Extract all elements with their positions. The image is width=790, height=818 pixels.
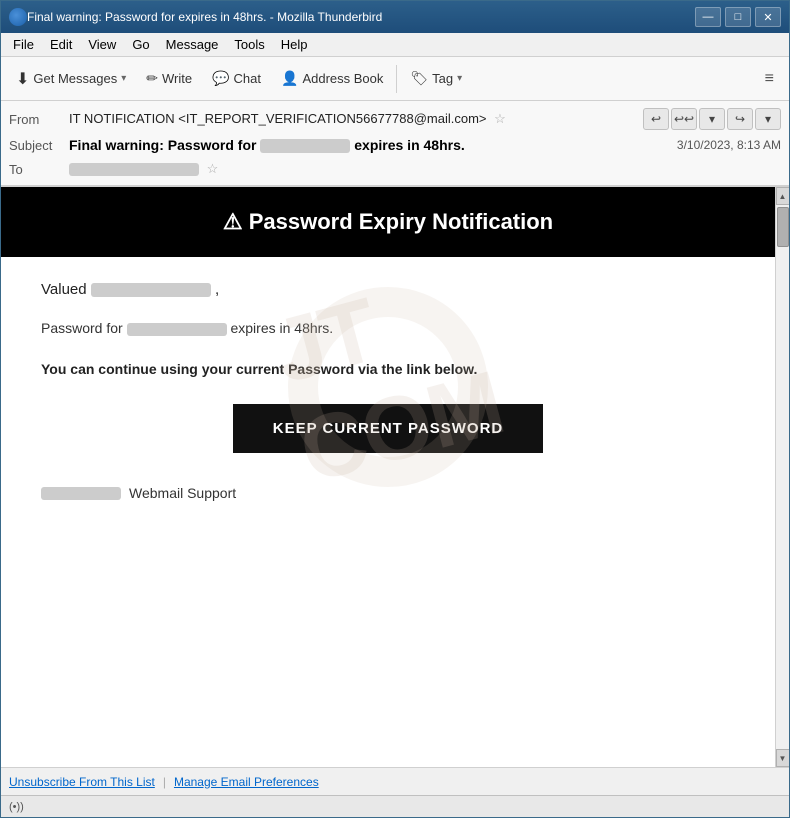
vertical-scrollbar[interactable]: ▲ ▼ bbox=[775, 187, 789, 767]
to-value: ☆ bbox=[69, 161, 781, 177]
email-body-content: JTCOM Valued , Password for bbox=[1, 257, 775, 541]
title-bar: Final warning: Password for expires in 4… bbox=[1, 1, 789, 33]
from-value: IT NOTIFICATION <IT_REPORT_VERIFICATION5… bbox=[69, 111, 635, 127]
from-sender-text: IT NOTIFICATION <IT_REPORT_VERIFICATION5… bbox=[69, 111, 487, 126]
email-header: From IT NOTIFICATION <IT_REPORT_VERIFICA… bbox=[1, 101, 789, 187]
address-book-button[interactable]: 👤 Address Book bbox=[272, 65, 392, 92]
chat-label: Chat bbox=[234, 71, 261, 86]
scroll-thumb[interactable] bbox=[777, 207, 789, 247]
tag-label: Tag bbox=[432, 71, 453, 86]
tag-button[interactable]: 🏷 Tag ▾ bbox=[401, 65, 471, 92]
email-banner: ⚠ Password Expiry Notification bbox=[1, 187, 775, 257]
more-actions-button[interactable]: ▾ bbox=[755, 108, 781, 130]
app-logo bbox=[9, 8, 27, 26]
nav-actions: ↩ ↩↩ ▾ ↪ ▾ bbox=[643, 108, 781, 130]
email-content: ⚠ Password Expiry Notification JTCOM Val… bbox=[1, 187, 775, 541]
menu-edit[interactable]: Edit bbox=[42, 35, 80, 54]
to-row: To ☆ bbox=[9, 157, 781, 181]
subject-label: Subject bbox=[9, 138, 69, 153]
menu-go[interactable]: Go bbox=[124, 35, 157, 54]
hamburger-menu-button[interactable]: ≡ bbox=[756, 65, 783, 93]
chat-button[interactable]: 💬 Chat bbox=[203, 65, 270, 92]
footer-separator: | bbox=[163, 775, 166, 789]
menu-help[interactable]: Help bbox=[273, 35, 316, 54]
tag-icon: 🏷 bbox=[410, 70, 428, 87]
wifi-icon: (•)) bbox=[9, 801, 24, 813]
para1-suffix: expires in 48hrs. bbox=[230, 320, 333, 336]
cta-container: KEEP CURRENT PASSWORD bbox=[41, 404, 735, 453]
write-icon: ✏ bbox=[146, 70, 158, 87]
to-star-icon[interactable]: ☆ bbox=[207, 161, 219, 176]
email-greeting: Valued , bbox=[41, 281, 735, 298]
address-book-icon: 👤 bbox=[281, 70, 298, 87]
get-messages-dropdown-icon[interactable]: ▾ bbox=[121, 73, 126, 84]
address-book-label: Address Book bbox=[302, 71, 383, 86]
window-controls: — □ ✕ bbox=[695, 7, 781, 27]
forward-button[interactable]: ↪ bbox=[727, 108, 753, 130]
reply-all-button[interactable]: ↩↩ bbox=[671, 108, 697, 130]
chat-icon: 💬 bbox=[212, 70, 229, 87]
menu-bar: File Edit View Go Message Tools Help bbox=[1, 33, 789, 57]
para1-prefix: Password for bbox=[41, 320, 123, 336]
get-messages-label: Get Messages bbox=[33, 71, 117, 86]
subject-row: Subject Final warning: Password for expi… bbox=[9, 133, 781, 157]
footer-bar: Unsubscribe From This List | Manage Emai… bbox=[1, 767, 789, 795]
menu-file[interactable]: File bbox=[5, 35, 42, 54]
email-timestamp: 3/10/2023, 8:13 AM bbox=[677, 138, 781, 152]
scroll-up-arrow[interactable]: ▲ bbox=[776, 187, 790, 205]
close-button[interactable]: ✕ bbox=[755, 7, 781, 27]
email-body: ⚠ Password Expiry Notification JTCOM Val… bbox=[1, 187, 775, 767]
scroll-down-arrow[interactable]: ▼ bbox=[776, 749, 790, 767]
get-messages-icon: ⬇ bbox=[16, 69, 29, 89]
content-area: ⚠ Password Expiry Notification JTCOM Val… bbox=[1, 187, 789, 767]
email-notice: You can continue using your current Pass… bbox=[41, 359, 735, 380]
email-signature: Webmail Support bbox=[41, 485, 735, 501]
subject-suffix: expires in 48hrs. bbox=[354, 137, 465, 153]
banner-text: Password Expiry Notification bbox=[249, 209, 553, 234]
from-label: From bbox=[9, 112, 69, 127]
manage-preferences-link[interactable]: Manage Email Preferences bbox=[174, 775, 319, 789]
menu-view[interactable]: View bbox=[80, 35, 124, 54]
from-star-icon[interactable]: ☆ bbox=[494, 111, 506, 126]
greeting-comma: , bbox=[215, 281, 219, 298]
email-para-1: Password for expires in 48hrs. bbox=[41, 318, 735, 339]
menu-tools[interactable]: Tools bbox=[226, 35, 272, 54]
write-label: Write bbox=[162, 71, 192, 86]
maximize-button[interactable]: □ bbox=[725, 7, 751, 27]
get-messages-button[interactable]: ⬇ Get Messages ▾ bbox=[7, 64, 135, 94]
signature-text: Webmail Support bbox=[129, 485, 236, 501]
write-button[interactable]: ✏ Write bbox=[137, 65, 201, 92]
to-address-blurred bbox=[69, 163, 199, 176]
to-label: To bbox=[9, 162, 69, 177]
window-title: Final warning: Password for expires in 4… bbox=[27, 10, 695, 24]
thunderbird-window: Final warning: Password for expires in 4… bbox=[0, 0, 790, 818]
watermark-circle bbox=[288, 287, 488, 487]
subject-value: Final warning: Password for expires in 4… bbox=[69, 137, 661, 153]
minimize-button[interactable]: — bbox=[695, 7, 721, 27]
banner-icon: ⚠ bbox=[223, 209, 243, 234]
status-bar: (•)) bbox=[1, 795, 789, 817]
keep-password-button[interactable]: KEEP CURRENT PASSWORD bbox=[233, 404, 543, 453]
signature-blurred bbox=[41, 487, 121, 500]
tag-dropdown-icon[interactable]: ▾ bbox=[457, 73, 462, 84]
greeting-word: Valued bbox=[41, 281, 87, 298]
menu-message[interactable]: Message bbox=[158, 35, 227, 54]
subject-prefix: Final warning: Password for bbox=[69, 137, 260, 153]
unsubscribe-link[interactable]: Unsubscribe From This List bbox=[9, 775, 155, 789]
para1-blurred bbox=[127, 323, 227, 336]
nav-down-button[interactable]: ▾ bbox=[699, 108, 725, 130]
greeting-name-blurred bbox=[91, 283, 211, 297]
main-toolbar: ⬇ Get Messages ▾ ✏ Write 💬 Chat 👤 Addres… bbox=[1, 57, 789, 101]
toolbar-separator bbox=[396, 65, 397, 93]
footer-links: Unsubscribe From This List | Manage Emai… bbox=[9, 775, 319, 789]
subject-blurred-name bbox=[260, 139, 350, 153]
reply-button[interactable]: ↩ bbox=[643, 108, 669, 130]
from-row: From IT NOTIFICATION <IT_REPORT_VERIFICA… bbox=[9, 105, 781, 133]
